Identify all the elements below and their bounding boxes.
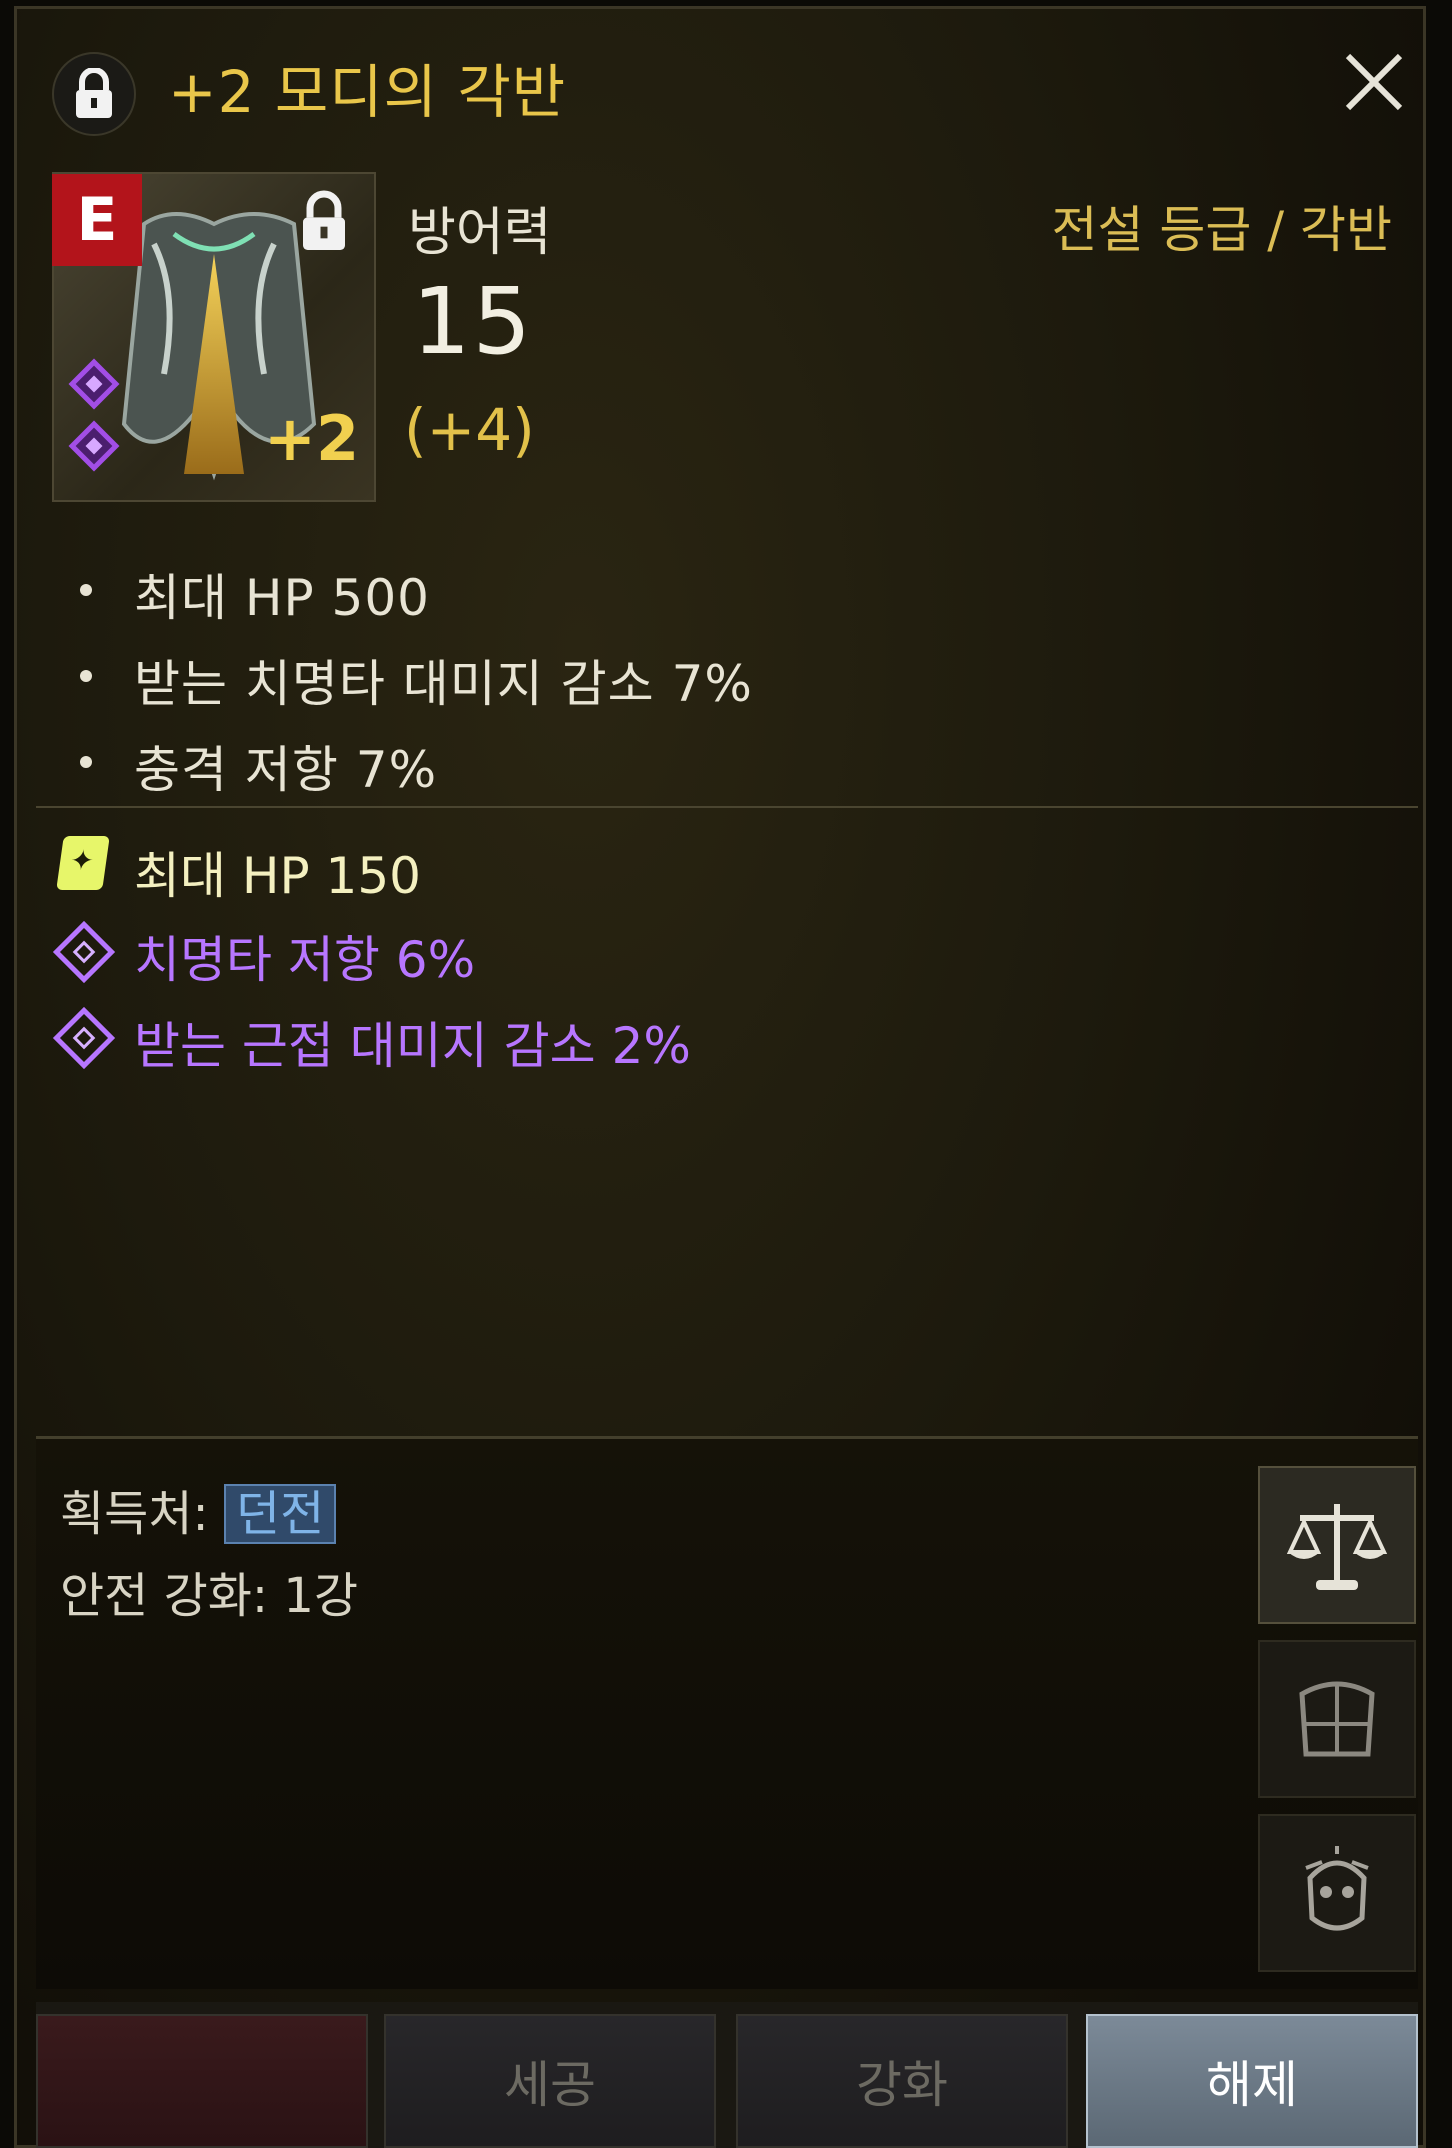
item-lock-icon (303, 190, 345, 250)
appearance-button[interactable] (1258, 1814, 1416, 1972)
base-stat: 받는 치명타 대미지 감소 7% (134, 655, 753, 713)
divider (36, 806, 1418, 808)
unequip-button[interactable]: 해제 (1086, 2014, 1418, 2148)
grade-badge: E (52, 174, 142, 266)
source-line: 획득처: 던전 (60, 1474, 337, 1544)
bullet-icon (80, 670, 92, 682)
item-title: +2 모디의 각반 (168, 58, 567, 126)
polish-button[interactable]: 세공 (384, 2014, 716, 2148)
scale-icon (1286, 1504, 1388, 1590)
armor-icon (1299, 1681, 1375, 1757)
enhance-button[interactable]: 강화 (736, 2014, 1068, 2148)
source-label: 획득처: (60, 1486, 224, 1542)
defense-bonus: (+4) (404, 396, 535, 464)
enhance-level: +2 (264, 402, 360, 475)
source-link[interactable]: 던전 (223, 1484, 337, 1544)
lock-icon (76, 68, 112, 118)
bullet-icon (80, 584, 92, 596)
base-stat: 최대 HP 500 (134, 569, 430, 627)
compare-button[interactable] (1258, 1466, 1416, 1624)
helmet-icon (1305, 1846, 1369, 1931)
close-icon[interactable] (1338, 46, 1410, 118)
safe-enhance-text: 안전 강화: 1강 (60, 1568, 359, 1624)
scroll-icon (56, 836, 110, 890)
lock-toggle[interactable] (52, 52, 136, 136)
base-stat: 충격 저항 7% (134, 741, 438, 799)
armor-set-button[interactable] (1258, 1640, 1416, 1798)
defense-value: 15 (412, 268, 534, 375)
bullet-icon (80, 756, 92, 768)
grade-type-text: 전설 등급 / 각반 (1051, 201, 1392, 259)
scroll-stat: 최대 HP 150 (134, 847, 421, 905)
action-button-1[interactable] (36, 2014, 368, 2148)
defense-label: 방어력 (408, 203, 552, 263)
gem-stat: 치명타 저항 6% (134, 931, 476, 989)
gem-stat: 받는 근접 대미지 감소 2% (134, 1017, 691, 1075)
